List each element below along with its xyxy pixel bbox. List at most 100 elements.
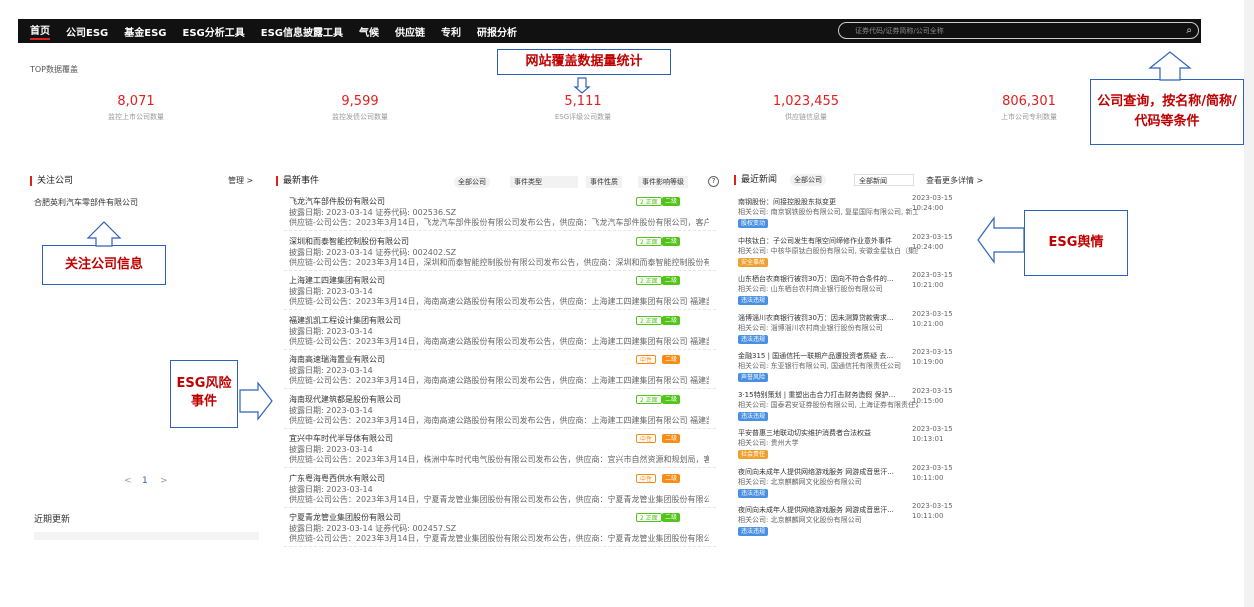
- news-tag: 违法违规: [738, 488, 769, 498]
- news-company: 相关公司: 国泰君安证券股份有限公司, 上海证券有限责任公司, 华...: [738, 400, 918, 409]
- event-title[interactable]: 上海建工四建集团有限公司: [289, 275, 385, 286]
- events-company-filter[interactable]: 全部公司: [454, 176, 490, 188]
- event-desc: 供应链-公司公告：2023年3月14日，宁夏青龙管业集团股份有限公司发布公告，供…: [289, 494, 709, 504]
- news-time: 2023-03-15 10:19:00: [912, 348, 953, 366]
- event-sentiment-badge: 2 正面: [636, 513, 662, 522]
- events-type-filter[interactable]: 事件类型: [510, 176, 578, 188]
- news-company: 相关公司: 山东栖台农村商业银行股份有限公司: [738, 285, 883, 293]
- news-title[interactable]: 夜间向未成年人提供网络游戏服务 网游成音思汗...: [738, 467, 910, 477]
- event-title[interactable]: 海南高速瑞海置业有限公司: [289, 354, 385, 365]
- event-item[interactable]: 海南现代建筑都是股份有限公司 披露日期: 2023-03-14 供应链-公司公告…: [284, 393, 716, 429]
- event-item[interactable]: 宁夏青龙管业集团股份有限公司 披露日期: 2023-03-14 证券代码: 00…: [284, 511, 716, 547]
- event-item[interactable]: 海南高速瑞海置业有限公司 披露日期: 2023-03-14 供应链-公司公告：2…: [284, 353, 716, 389]
- event-title[interactable]: 宁夏青龙管业集团股份有限公司: [289, 512, 401, 523]
- news-item[interactable]: 夜间向未成年人提供网络游戏服务 网游成音思汗... 相关公司: 北京麒麟网文化股…: [738, 502, 960, 543]
- arrow-down-icon: [573, 77, 591, 94]
- news-item[interactable]: 金融315 | 国通信托一联期产品遭投资者质疑 去... 相关公司: 东亚银行有…: [738, 348, 960, 389]
- scrollbar[interactable]: [1244, 0, 1254, 607]
- news-title[interactable]: 3·15特别策划 | 重塑出击合力打击财务造假 保护...: [738, 390, 910, 400]
- event-level-badge: 二级: [662, 315, 681, 325]
- events-title: 最新事件: [276, 176, 319, 186]
- news-company: 相关公司: 贵州大学: [738, 439, 799, 447]
- followed-company[interactable]: 合肥英利汽车零部件有限公司: [34, 197, 138, 208]
- event-title[interactable]: 海南现代建筑都是股份有限公司: [289, 394, 401, 405]
- event-title[interactable]: 福建凯凯工程设计集团有限公司: [289, 315, 401, 326]
- event-sentiment-badge: 中性: [636, 473, 657, 483]
- event-sentiment-badge: 2 正面: [636, 394, 662, 404]
- events-level-filter[interactable]: 事件影响等级: [638, 176, 688, 188]
- news-time: 2023-03-15 10:21:00: [912, 309, 953, 328]
- event-item[interactable]: 飞龙汽车部件股份有限公司 披露日期: 2023-03-14 证券代码: 0025…: [284, 195, 716, 231]
- news-tag: 违法违规: [738, 296, 769, 305]
- manage-link[interactable]: 管理 >: [228, 175, 253, 186]
- event-code: 证券代码: 002536.SZ: [375, 208, 457, 217]
- event-sentiment-badge: 2 正面: [636, 276, 662, 285]
- event-desc: 供应链-公司公告：2023年3月14日，海南高速公路股份有限公司发布公告，供应商…: [289, 297, 709, 306]
- news-item[interactable]: 夜间向未成年人提供网络游戏服务 网游成音思汗... 相关公司: 北京麒麟网文化股…: [738, 464, 960, 505]
- pager-page[interactable]: 1: [142, 476, 148, 486]
- news-time: 2023-03-15 10:11:00: [912, 502, 953, 520]
- news-title: 最近新闻: [734, 175, 777, 185]
- news-more-link[interactable]: 查看更多详情 >: [926, 175, 983, 186]
- event-date: 披露日期: 2023-03-14: [289, 405, 373, 415]
- arrow-right-icon: [239, 381, 273, 421]
- news-title[interactable]: 淄博淄川农商银行被罚30万：因未测算贷款需求...: [738, 313, 910, 323]
- event-item[interactable]: 宜兴中车时代半导体有限公司 披露日期: 2023-03-14 供应链-公司公告：…: [284, 432, 716, 468]
- event-title[interactable]: 广东粤海粤西供水有限公司: [289, 473, 385, 484]
- event-title[interactable]: 深圳和而泰智能控制股份有限公司: [289, 236, 409, 247]
- event-desc: 供应链-公司公告：2023年3月14日，株洲中车时代电气股份有限公司发布公告，供…: [289, 455, 709, 464]
- news-title[interactable]: 南钢股份：间接控股股东拟变更: [738, 197, 910, 207]
- news-tag: 安全事故: [738, 257, 769, 267]
- help-icon[interactable]: ?: [708, 176, 719, 187]
- event-desc: 供应链-公司公告：2023年3月14日，海南高速公路股份有限公司发布公告，供应商…: [289, 415, 709, 425]
- follow-title: 关注公司: [30, 176, 73, 186]
- pager-next[interactable]: >: [160, 476, 168, 486]
- news-time: 2023-03-15 10:15:00: [912, 386, 953, 405]
- news-time: 2023-03-15 10:11:00: [912, 463, 953, 482]
- news-type-filter[interactable]: 全部新闻: [854, 174, 914, 186]
- news-tag: 违法违规: [738, 334, 769, 344]
- pager-prev[interactable]: <: [124, 476, 132, 486]
- event-item[interactable]: 福建凯凯工程设计集团有限公司 披露日期: 2023-03-14 供应链-公司公告…: [284, 314, 716, 350]
- news-title[interactable]: 金融315 | 国通信托一联期产品遭投资者质疑 去...: [738, 351, 910, 361]
- arrow-up-icon: [86, 221, 122, 247]
- news-title[interactable]: 山东栖台农商银行被罚30万：因向不符合条件的...: [738, 274, 910, 284]
- news-title[interactable]: 夜间向未成年人提供网络游戏服务 网游成音思汗...: [738, 505, 910, 515]
- news-item[interactable]: 平安普惠三地联动切实维护消费者合法权益 相关公司: 贵州大学 社会责任 2023…: [738, 425, 960, 466]
- news-item[interactable]: 山东栖台农商银行被罚30万：因向不符合条件的... 相关公司: 山东栖台农村商业…: [738, 271, 960, 312]
- news-item[interactable]: 淄博淄川农商银行被罚30万：因未测算贷款需求... 相关公司: 淄博淄川农村商业…: [738, 310, 960, 351]
- news-tag: 违法违规: [738, 411, 769, 421]
- event-title[interactable]: 宜兴中车时代半导体有限公司: [289, 433, 393, 444]
- event-code: 证券代码: 002457.SZ: [375, 524, 457, 533]
- events-nature-filter[interactable]: 事件性质: [586, 176, 622, 188]
- arrow-left-icon: [977, 216, 1025, 264]
- event-desc: 供应链-公司公告：2023年3月14日，宁夏青龙管业集团股份有限公司发布公告，供…: [289, 534, 709, 543]
- event-date: 披露日期: 2023-03-14: [289, 326, 373, 336]
- event-date: 披露日期: 2023-03-14: [289, 287, 373, 296]
- news-company: 相关公司: 东亚银行有限公司, 国通信托有限责任公司: [738, 362, 902, 370]
- event-title[interactable]: 飞龙汽车部件股份有限公司: [289, 196, 385, 207]
- news-item[interactable]: 3·15特别策划 | 重塑出击合力打击财务造假 保护... 相关公司: 国泰君安…: [738, 387, 960, 428]
- news-tag: 声誉风险: [738, 373, 769, 382]
- updates-title: 近期更新: [34, 515, 71, 525]
- event-sentiment-badge: 2 正面: [636, 236, 662, 246]
- event-desc: 供应链-公司公告：2023年3月14日，深圳和而泰智能控制股份有限公司发布公告，…: [289, 257, 709, 267]
- news-time: 2023-03-15 10:24:00: [912, 232, 953, 251]
- event-level-badge: 二级: [662, 355, 681, 364]
- news-item[interactable]: 南钢股份：间接控股股东拟变更 相关公司: 南京钢铁股份有限公司, 复星国际有限公…: [738, 194, 960, 235]
- news-title[interactable]: 中核钛白：子公司发生有限空间缔修作业意外事件: [738, 236, 910, 246]
- news-tag: 违法违规: [738, 527, 769, 536]
- event-item[interactable]: 深圳和而泰智能控制股份有限公司 披露日期: 2023-03-14 证券代码: 0…: [284, 235, 716, 271]
- news-item[interactable]: 中核钛白：子公司发生有限空间缔修作业意外事件 相关公司: 中核华原钛白股份有限公…: [738, 233, 960, 274]
- news-title[interactable]: 平安普惠三地联动切实维护消费者合法权益: [738, 428, 910, 438]
- event-item[interactable]: 上海建工四建集团有限公司 披露日期: 2023-03-14 供应链-公司公告：2…: [284, 274, 716, 310]
- event-sentiment-badge: 2 正面: [636, 197, 662, 206]
- news-time: 2023-03-15 10:13:01: [912, 425, 953, 443]
- event-desc: 供应链-公司公告：2023年3月14日，飞龙汽车部件股份有限公司发布公告，供应商…: [289, 218, 709, 227]
- event-level-badge: 二级: [662, 513, 681, 522]
- news-time: 2023-03-15 10:21:00: [912, 271, 953, 289]
- event-item[interactable]: 广东粤海粤西供水有限公司 披露日期: 2023-03-14 供应链-公司公告：2…: [284, 472, 716, 508]
- event-level-badge: 二级: [662, 434, 681, 443]
- event-date: 披露日期: 2023-03-14: [289, 208, 373, 217]
- news-company-filter[interactable]: 全部公司: [790, 174, 826, 186]
